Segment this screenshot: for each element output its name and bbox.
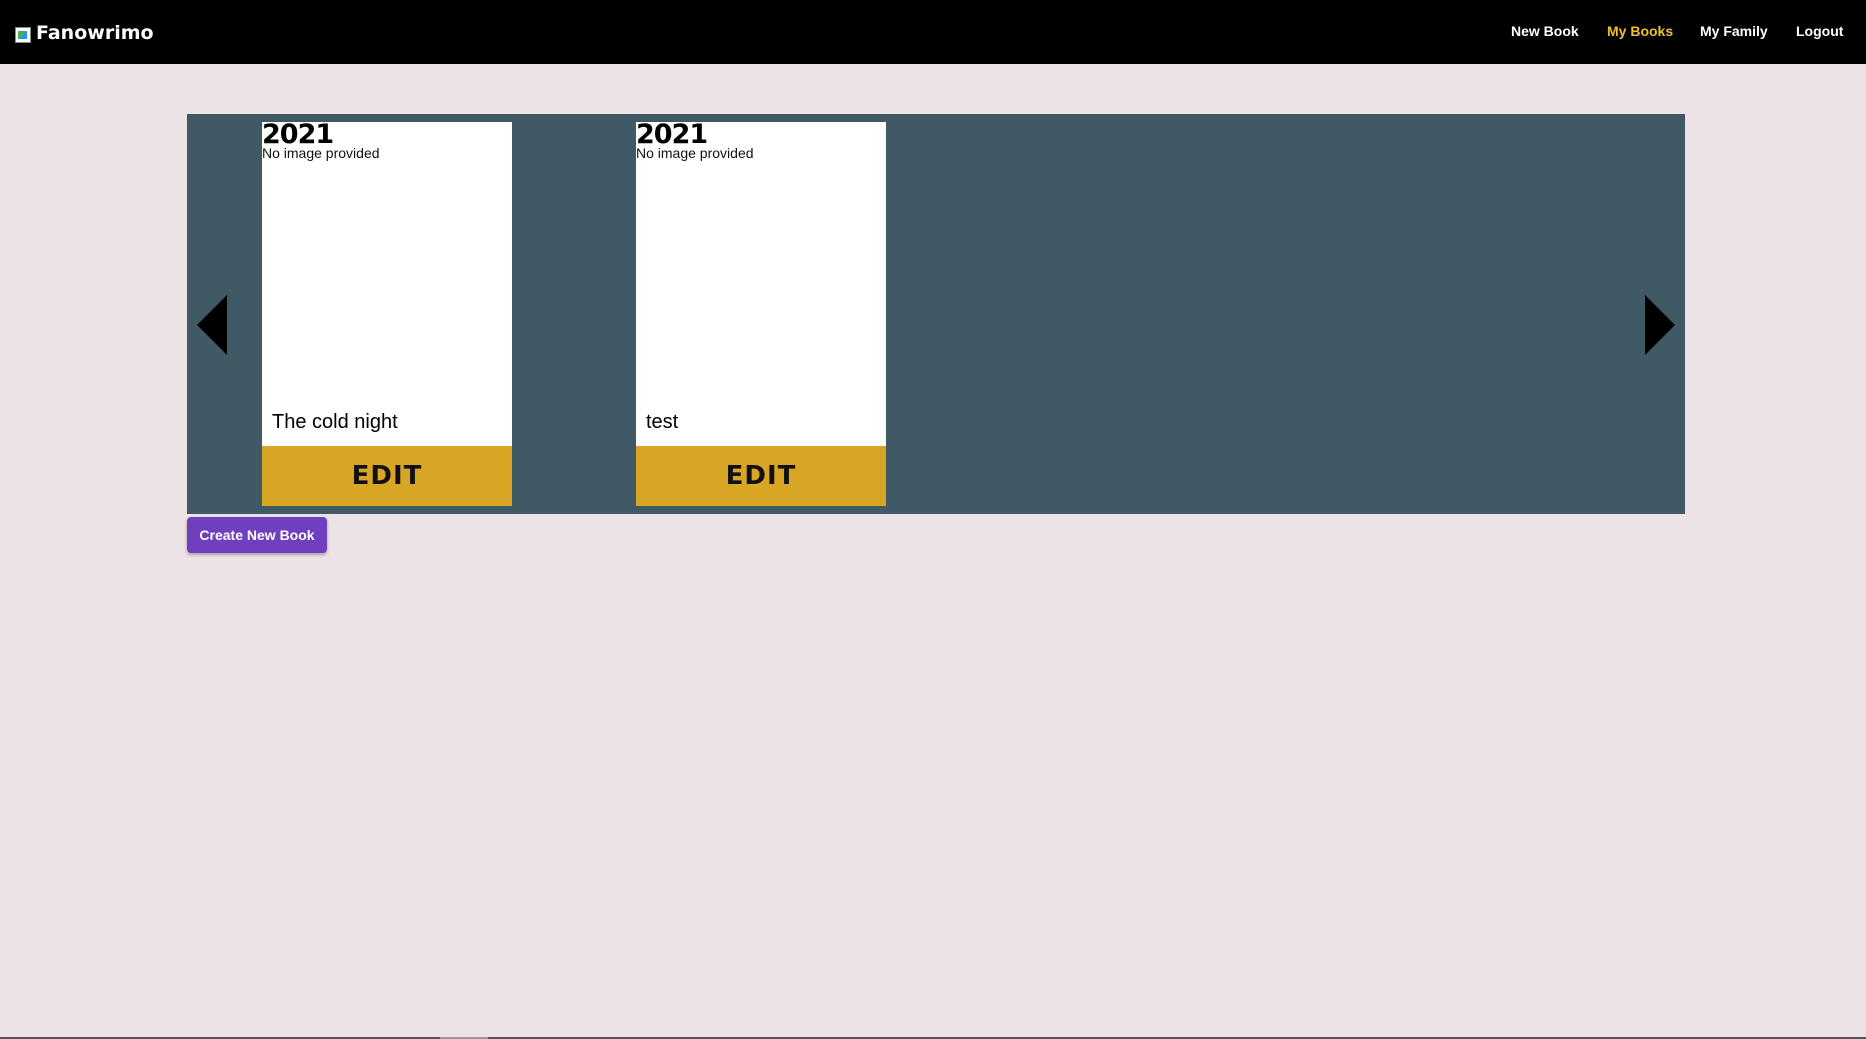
brand[interactable]: Fanowrimo [15,20,154,46]
books-carousel: 2021 No image provided The cold night ED… [187,114,1685,514]
book-cover-placeholder: No image provided [262,145,380,161]
book-card: 2021 No image provided test EDIT [636,121,886,506]
book-title: test [646,411,679,433]
book-title: The cold night [272,411,398,433]
book-card: 2021 No image provided The cold night ED… [262,121,512,506]
nav-link-logout[interactable]: Logout [1796,23,1843,39]
triangle-left-icon[interactable] [197,295,227,355]
create-new-book-button[interactable]: Create New Book [187,517,327,553]
edit-book-button[interactable]: EDIT [636,446,886,506]
book-cover-placeholder: No image provided [636,145,754,161]
broken-image-icon [15,27,31,43]
nav-link-my-books[interactable]: My Books [1607,23,1673,39]
edit-book-button[interactable]: EDIT [262,446,512,506]
nav-link-my-family[interactable]: My Family [1700,23,1768,39]
triangle-right-icon[interactable] [1645,295,1675,355]
top-navbar: Fanowrimo New Book My Books My Family Lo… [0,0,1866,64]
brand-name: Fanowrimo [36,22,154,44]
nav-link-new-book[interactable]: New Book [1511,23,1579,39]
